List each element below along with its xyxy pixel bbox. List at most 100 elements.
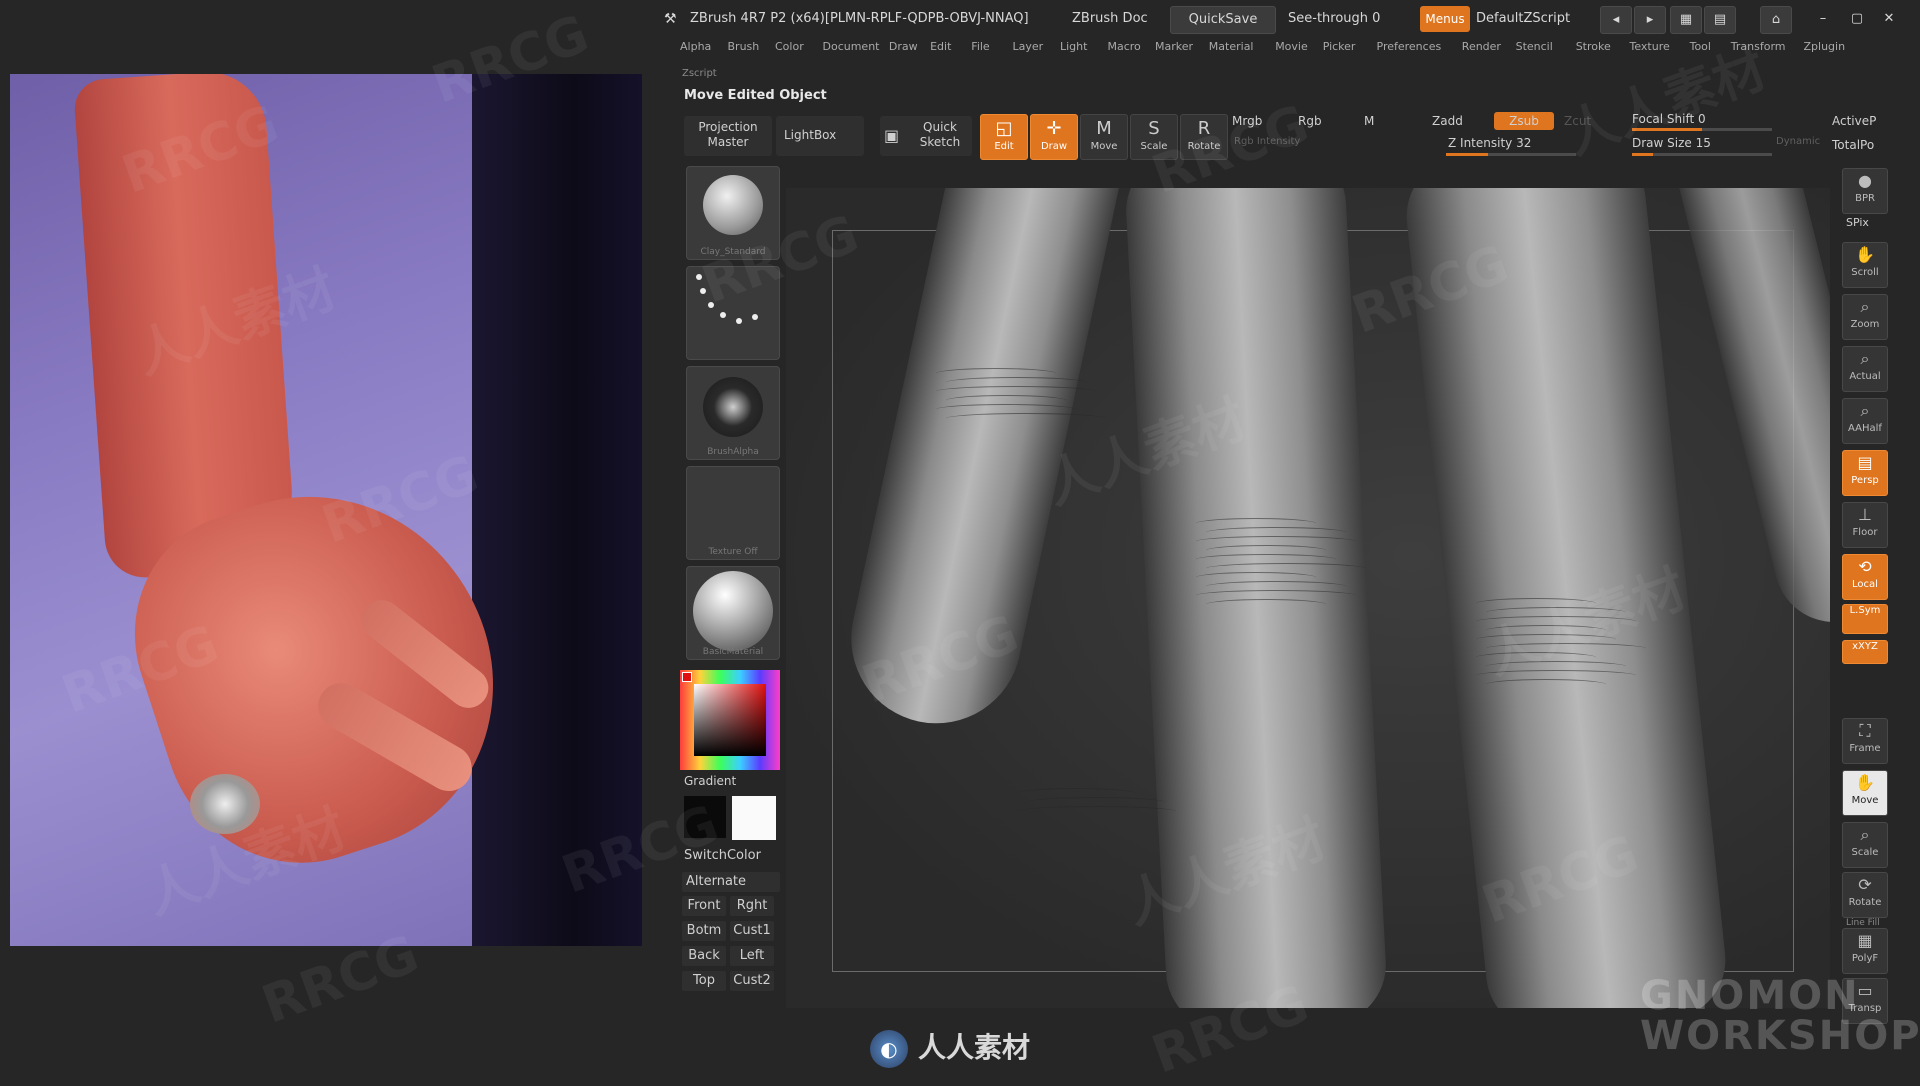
bpr-button[interactable]: ● BPR <box>1842 168 1888 214</box>
menu-item-file[interactable]: File <box>971 40 989 53</box>
move-button[interactable]: ✋ Move <box>1842 770 1888 816</box>
zadd-button[interactable]: Zadd <box>1432 114 1463 128</box>
site-logo-text: 人人素材 <box>918 1031 1031 1064</box>
window-title: ZBrush 4R7 P2 (x64)[PLMN-RPLF-QDPB-OBVJ-… <box>690 11 1029 26</box>
xyz-button[interactable]: xXYZ <box>1842 640 1888 664</box>
active-points-label: ActiveP <box>1832 114 1877 128</box>
minimize-icon[interactable]: – <box>1810 6 1836 32</box>
view-button-cust1[interactable]: Cust1 <box>730 921 774 941</box>
draw-icon: ✛ <box>1046 118 1062 139</box>
frame-label: Frame <box>1849 743 1881 754</box>
menu-item-draw[interactable]: Draw <box>889 40 918 53</box>
color-picker[interactable] <box>680 670 780 770</box>
menu-item-color[interactable]: Color <box>775 40 804 53</box>
gradient-toggle[interactable]: Gradient <box>684 774 736 788</box>
persp-button[interactable]: ▤ Persp <box>1842 450 1888 496</box>
menu-item-document[interactable]: Document <box>823 40 880 53</box>
view-button-cust2[interactable]: Cust2 <box>730 971 774 991</box>
scale-view-icon: ⌕ <box>1860 825 1870 844</box>
move-icon: M <box>1096 118 1112 139</box>
zoom-icon: ⌕ <box>1860 297 1870 316</box>
menu-item-alpha[interactable]: Alpha <box>680 40 711 53</box>
floor-button[interactable]: ⊥ Floor <box>1842 502 1888 548</box>
palette2-icon[interactable]: ▤ <box>1704 6 1736 34</box>
menu-item-texture[interactable]: Texture <box>1630 40 1670 53</box>
quicksave-button[interactable]: QuickSave <box>1170 6 1276 34</box>
aahalf-button[interactable]: ⌕ AAHalf <box>1842 398 1888 444</box>
menu-item-preferences[interactable]: Preferences <box>1377 40 1442 53</box>
main-color-swatch[interactable] <box>732 796 776 840</box>
menu-item-stroke[interactable]: Stroke <box>1576 40 1611 53</box>
view-button-rght[interactable]: Rght <box>730 896 774 916</box>
layout-next-icon[interactable]: ▸ <box>1634 6 1666 34</box>
bpr-label: BPR <box>1855 193 1875 204</box>
scale-button[interactable]: ⌕ Scale <box>1842 822 1888 868</box>
m-button[interactable]: M <box>1364 114 1374 128</box>
move-mode-button[interactable]: M Move <box>1080 114 1128 160</box>
wrinkle-line <box>946 413 1106 424</box>
draw-size-track[interactable] <box>1632 153 1772 156</box>
projection-master-button[interactable]: Projection Master <box>684 116 772 156</box>
menu-item-zplugin[interactable]: Zplugin <box>1804 40 1846 53</box>
z-intensity-slider[interactable]: Z Intensity 32 <box>1448 136 1531 150</box>
menu-item-movie[interactable]: Movie <box>1275 40 1308 53</box>
scale-label: Scale <box>1851 847 1879 858</box>
view-button-left[interactable]: Left <box>730 946 774 966</box>
menu-item-render[interactable]: Render <box>1462 40 1501 53</box>
lightbox-button[interactable]: LightBox <box>776 116 864 156</box>
draw-button[interactable]: ✛ Draw <box>1030 114 1078 160</box>
wrinkle-line <box>1016 806 1176 817</box>
view-button-front[interactable]: Front <box>682 896 726 916</box>
move-label: Move <box>1851 795 1879 806</box>
menus-button[interactable]: Menus <box>1420 6 1470 32</box>
frame-icon: ⛶ <box>1859 721 1871 740</box>
floor-icon: ⊥ <box>1858 505 1872 524</box>
material-sphere-icon <box>693 571 773 651</box>
polyf-button[interactable]: ▦ PolyF <box>1842 928 1888 974</box>
menu-item-brush[interactable]: Brush <box>728 40 760 53</box>
floor-label: Floor <box>1852 527 1878 538</box>
total-points-label: TotalPo <box>1832 138 1875 152</box>
default-zscript-button[interactable]: DefaultZScript <box>1476 6 1570 32</box>
polyf-label: PolyF <box>1851 953 1879 964</box>
menu-item-material[interactable]: Material <box>1209 40 1254 53</box>
zsub-button[interactable]: Zsub <box>1494 112 1554 130</box>
menu-item-stencil[interactable]: Stencil <box>1516 40 1553 53</box>
zoom-button[interactable]: ⌕ Zoom <box>1842 294 1888 340</box>
menu-item-marker[interactable]: Marker <box>1155 40 1193 53</box>
menu-item-edit[interactable]: Edit <box>930 40 951 53</box>
z-intensity-fill <box>1446 153 1488 156</box>
doc-label: ZBrush Doc <box>1072 11 1148 26</box>
rotate-button[interactable]: ⟳ Rotate <box>1842 872 1888 918</box>
lsym-button[interactable]: L.Sym <box>1842 604 1888 634</box>
lock-icon[interactable]: ⌂ <box>1760 6 1792 34</box>
see-through-slider[interactable]: See-through 0 <box>1288 6 1408 32</box>
line-fill-toggle[interactable]: Line Fill <box>1846 918 1880 928</box>
texture-picker[interactable]: Texture Off <box>686 466 780 560</box>
dark-trousers <box>472 74 642 946</box>
alpha-picker[interactable]: BrushAlpha <box>686 366 780 460</box>
dynamic-toggle[interactable]: Dynamic <box>1776 136 1820 147</box>
palette-icon[interactable]: ▦ <box>1670 6 1702 34</box>
spix-slider[interactable]: SPix <box>1846 216 1869 229</box>
edit-button[interactable]: ◱ Edit <box>980 114 1028 160</box>
local-button[interactable]: ⟲ Local <box>1842 554 1888 600</box>
close-icon[interactable]: ✕ <box>1876 6 1902 32</box>
menu-item-layer[interactable]: Layer <box>1013 40 1044 53</box>
actual-button[interactable]: ⌕ Actual <box>1842 346 1888 392</box>
view-button-botm[interactable]: Botm <box>682 921 726 941</box>
layout-prev-icon[interactable]: ◂ <box>1600 6 1632 34</box>
scroll-button[interactable]: ✋ Scroll <box>1842 242 1888 288</box>
maximize-icon[interactable]: ▢ <box>1844 6 1870 32</box>
material-picker[interactable]: BasicMaterial <box>686 566 780 660</box>
bpr-icon: ● <box>1858 171 1872 190</box>
frame-button[interactable]: ⛶ Frame <box>1842 718 1888 764</box>
alternate-button[interactable]: Alternate <box>682 872 780 892</box>
color-picker-square[interactable] <box>694 684 766 756</box>
quick-sketch-button[interactable]: ▣ Quick Sketch <box>880 116 972 156</box>
view-button-top[interactable]: Top <box>682 971 726 991</box>
view-button-back[interactable]: Back <box>682 946 726 966</box>
menu-item-picker[interactable]: Picker <box>1323 40 1356 53</box>
menu-item-macro[interactable]: Macro <box>1108 40 1141 53</box>
menu-item-light[interactable]: Light <box>1060 40 1087 53</box>
